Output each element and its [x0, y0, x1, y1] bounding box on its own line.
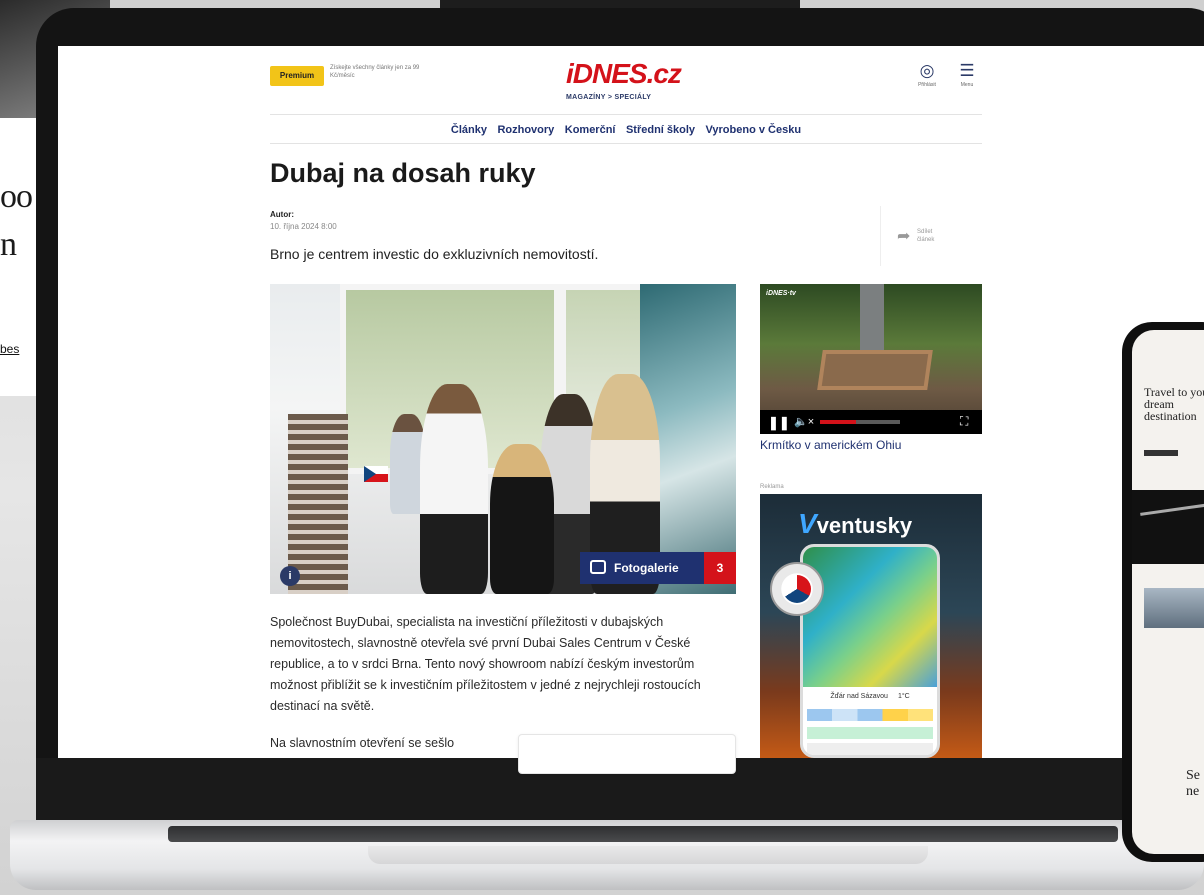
video-frame-feeder: [817, 350, 933, 390]
ad-brand: Vventusky: [798, 508, 912, 540]
scene: oo n bes Premium Získejte všechny články…: [0, 0, 1204, 895]
phone-screen: Travel to your dream destination Se ne: [1132, 330, 1204, 854]
share-label: Sdílet článek: [917, 229, 935, 243]
website: Premium Získejte všechny články jen za 9…: [58, 46, 1204, 774]
camera-icon: [590, 560, 606, 574]
forecast-row: [807, 743, 933, 755]
photo-building-model: [288, 414, 348, 594]
menu-label: Menu: [960, 82, 974, 88]
laptop-keyboard: [168, 826, 1118, 842]
login-button[interactable]: ◎ Přihlásit: [912, 61, 942, 89]
phone-dark-section: [1132, 490, 1204, 564]
video-progress-fill: [820, 420, 856, 424]
phone-headline: Travel to your dream destination: [1144, 385, 1204, 423]
article-body: Společnost BuyDubai, specialista na inve…: [270, 615, 701, 713]
phone-photo: [1144, 588, 1204, 628]
pause-icon[interactable]: ❚❚: [768, 415, 790, 431]
photo-person: [490, 444, 554, 594]
video-logo: iDNES·tv: [766, 290, 796, 297]
ad-banner[interactable]: Vventusky Žďár nad Sázavou 1°C: [760, 494, 982, 758]
login-label: Přihlásit: [918, 82, 936, 88]
ad-brand-name: ventusky: [816, 513, 913, 538]
share-icon: ➦: [897, 228, 911, 245]
ventusky-logo-icon: V: [798, 508, 817, 539]
menu-button[interactable]: ☰ Menu: [952, 61, 982, 89]
video-caption[interactable]: Krmítko v americkém Ohiu: [760, 438, 901, 452]
background-card-text: n: [0, 226, 17, 263]
phone-decor-line: [1140, 503, 1204, 516]
publish-date: 10. října 2024 8:00: [270, 222, 337, 231]
czech-flag-icon: [364, 466, 388, 482]
forecast-row: [807, 709, 933, 721]
breadcrumb[interactable]: MAGAZÍNY > SPECIÁLY: [566, 94, 651, 101]
gallery-count: 3: [704, 552, 736, 584]
background-card-text: oo: [0, 178, 33, 215]
article-body-continued: Na slavnostním otevření se sešlo: [270, 736, 455, 750]
author-label: Autor:: [270, 210, 294, 219]
site-logo[interactable]: iDNES.cz: [566, 58, 682, 90]
phone-cta-button: [1144, 450, 1178, 456]
nav-item-vyrobeno[interactable]: Vyrobeno v Česku: [705, 115, 801, 145]
article-perex: Brno je centrem investic do exkluzivních…: [270, 246, 599, 262]
background-card-link: bes: [0, 342, 20, 356]
phone-bottom-text: Se ne: [1186, 768, 1200, 799]
forecast-row: [807, 727, 933, 739]
photo-person: [420, 384, 488, 594]
nav-item-stredni-skoly[interactable]: Střední školy: [626, 115, 695, 145]
ad-city: Žďár nad Sázavou: [830, 693, 888, 700]
hero-photo[interactable]: i Fotogalerie 3: [270, 284, 736, 594]
nav-item-komercni[interactable]: Komerční: [565, 115, 616, 145]
czech-badge-core: [783, 575, 811, 603]
ad-temperature: 1°C: [897, 693, 910, 700]
related-box[interactable]: [518, 734, 736, 774]
ad-city-row: Žďár nad Sázavou 1°C: [807, 693, 933, 700]
nav-item-rozhovory[interactable]: Rozhovory: [497, 115, 554, 145]
section-nav: Články Rozhovory Komerční Střední školy …: [270, 114, 982, 144]
mute-icon[interactable]: 🔈×: [794, 415, 814, 428]
nav-item-clanky[interactable]: Články: [451, 115, 487, 145]
user-icon: ◎: [919, 61, 935, 80]
fullscreen-icon[interactable]: ⛶: [960, 414, 968, 429]
laptop-notch: [368, 846, 928, 864]
ad-label: Reklama: [760, 484, 784, 490]
share-button[interactable]: ➦ Sdílet článek: [880, 206, 952, 266]
video-progress[interactable]: [820, 420, 900, 424]
weather-map: [803, 547, 937, 687]
article-title: Dubaj na dosah ruky: [270, 158, 536, 188]
hamburger-icon: ☰: [959, 61, 975, 80]
czech-badge-icon: [770, 562, 824, 616]
premium-badge[interactable]: Premium: [270, 66, 324, 86]
premium-promo-text[interactable]: Získejte všechny články jen za 99 Kč/měs…: [330, 64, 420, 80]
video-player[interactable]: iDNES·tv ❚❚ 🔈× ⛶: [760, 284, 982, 434]
info-icon[interactable]: i: [280, 566, 300, 586]
video-controls: ❚❚ 🔈× ⛶: [760, 410, 982, 434]
video-frame-tree: [860, 284, 884, 354]
site-header: Premium Získejte všechny články jen za 9…: [270, 58, 982, 114]
gallery-button[interactable]: Fotogalerie 3: [580, 552, 736, 584]
